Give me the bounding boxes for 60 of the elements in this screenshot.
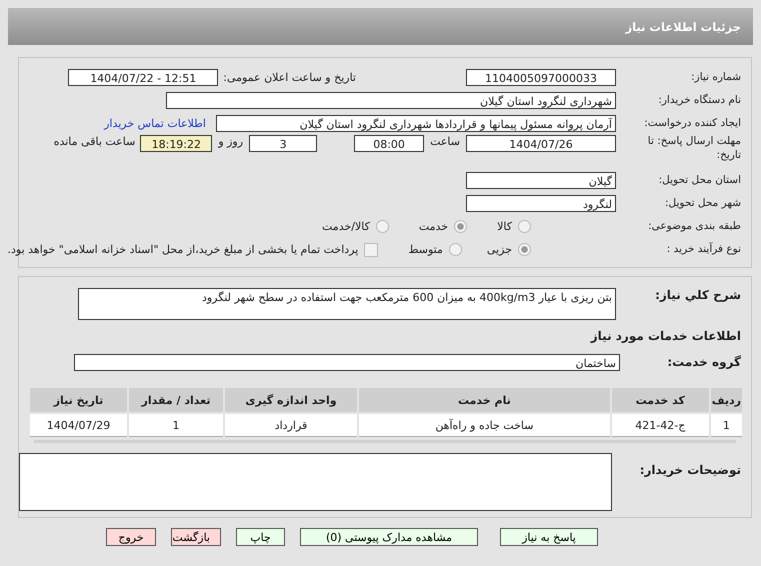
days-field[interactable]: 3 bbox=[249, 135, 318, 152]
field-label: شماره نیاز: bbox=[690, 70, 741, 84]
column-header: تعداد / مقدار bbox=[129, 388, 223, 412]
checkbox[interactable] bbox=[364, 242, 378, 256]
field-label: تاریخ و ساعت اعلان عمومی: bbox=[223, 71, 356, 84]
section-heading: اطلاعات خدمات مورد نیاز bbox=[590, 328, 741, 342]
action-button[interactable]: پاسخ به نیاز bbox=[500, 528, 598, 546]
table-cell: 1 bbox=[710, 414, 742, 437]
time-field[interactable]: 08:00 bbox=[354, 135, 424, 152]
option-label: خدمت bbox=[418, 220, 448, 233]
city-field[interactable]: لنگرود bbox=[466, 195, 616, 212]
table-cell: ج-42-421 bbox=[612, 414, 709, 437]
column-header: تاریخ نیاز bbox=[30, 388, 127, 412]
need-number-field[interactable]: 1104005097000033 bbox=[466, 69, 616, 86]
province-field[interactable]: گیلان bbox=[466, 172, 616, 189]
field-label: شرح کلي نياز: bbox=[654, 288, 741, 304]
notes-textarea[interactable] bbox=[19, 453, 612, 511]
radio-button[interactable] bbox=[518, 220, 531, 233]
page-title: جزئیات اطلاعات نیاز bbox=[625, 20, 741, 34]
action-button[interactable]: مشاهده مدارک پیوستی (0) bbox=[300, 528, 478, 546]
field-label: ایجاد کننده درخواست: bbox=[643, 116, 741, 130]
buyer-contact-link[interactable]: اطلاعات تماس خریدار bbox=[104, 117, 206, 130]
option-label: کالا/خدمت bbox=[322, 220, 370, 233]
field-label: نوع فرآیند خرید : bbox=[666, 242, 741, 256]
column-header: کد خدمت bbox=[612, 388, 709, 412]
field-label: ساعت bbox=[430, 135, 460, 148]
buyer-field[interactable]: شهرداری لنگرود استان گیلان bbox=[166, 92, 616, 109]
field-label: استان محل تحویل: bbox=[658, 174, 741, 188]
field-label: گروه خدمت: bbox=[666, 354, 741, 370]
radio-button[interactable] bbox=[454, 220, 468, 233]
radio-button[interactable] bbox=[376, 220, 389, 233]
field-label: نام دستگاه خریدار: bbox=[657, 94, 741, 108]
table-cell: 1 bbox=[129, 414, 223, 437]
field-label: ساعت باقی مانده bbox=[54, 135, 136, 148]
field-label: شهر محل تحویل: bbox=[664, 196, 741, 210]
column-header: ردیف bbox=[710, 388, 742, 412]
table-cell: 1404/07/29 bbox=[30, 414, 127, 437]
field-label: روز و bbox=[218, 135, 244, 148]
option-label: متوسط bbox=[408, 243, 443, 256]
action-button[interactable]: خروج bbox=[106, 528, 156, 546]
column-header: نام خدمت bbox=[359, 388, 610, 412]
radio-button[interactable] bbox=[518, 243, 531, 256]
deadline-date-field[interactable]: 1404/07/26 bbox=[466, 135, 616, 152]
field-label: توضیحات خریدار: bbox=[638, 463, 741, 479]
radio-button[interactable] bbox=[448, 243, 462, 256]
option-label: جزیی bbox=[486, 243, 512, 256]
summary-textarea[interactable]: بتن ریزی با عیار 400kg/m3 به میزان 600 مترمکعب جهت استفاده در سطح شهر لنگرود bbox=[78, 288, 616, 320]
field-label: طبقه بندی موضوعی: bbox=[647, 220, 741, 234]
announce-date-field[interactable]: 1404/07/22 - 12:51 bbox=[68, 69, 218, 86]
option-label: پرداخت تمام یا بخشی از مبلغ خرید،از محل "اسناد خزانه اسلامی" خواهد بود. bbox=[8, 243, 358, 256]
creator-field[interactable]: آرمان پروانه مسئول پیمانها و قراردادها شهرداری لنگرود استان گیلان bbox=[216, 115, 616, 132]
field-label: مهلت ارسال پاسخ: تا تاریخ: bbox=[646, 135, 741, 162]
column-header: واحد اندازه گیری bbox=[225, 388, 357, 412]
table-cell: ساخت جاده و راه‌آهن bbox=[359, 414, 610, 437]
action-button[interactable]: چاپ bbox=[236, 528, 285, 546]
table-cell: قرارداد bbox=[225, 414, 357, 437]
remaining-time-field: 18:19:22 bbox=[140, 135, 212, 152]
service-group-field[interactable]: ساختمان bbox=[74, 354, 620, 371]
option-label: کالا bbox=[497, 220, 512, 233]
action-button[interactable]: بازگشت bbox=[171, 528, 221, 546]
